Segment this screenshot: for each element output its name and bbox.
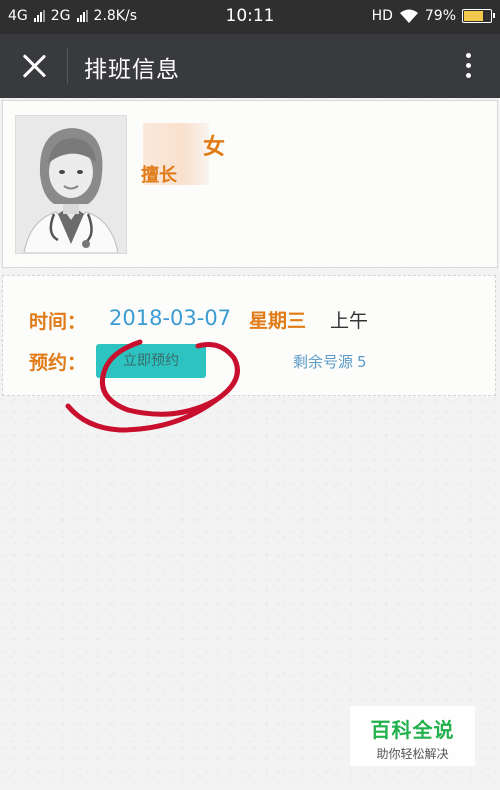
watermark-title: 百科全说 [370,718,455,742]
schedule-period: 上午 [330,310,369,332]
battery-percent: 79% [424,8,456,24]
remaining-count: 5 [357,353,367,371]
app-header: 排班信息 [0,34,500,98]
status-right: HD 79% [371,8,495,24]
watermark-logo: 百科全说 助你轻松解决 [350,706,475,766]
page-title: 排班信息 [84,57,180,83]
status-bar: 4G 2G 2.8K/s 10:11 HD 79% [0,0,500,34]
remaining-label: 剩余号源 [293,353,354,371]
close-icon[interactable] [18,50,50,82]
watermark-subtitle: 助你轻松解决 [376,747,449,761]
doctor-name: 女 [143,129,225,161]
book-now-button[interactable]: 立即预约 [96,344,206,378]
schedule-date: 2018-03-07 [109,306,232,330]
doctor-gender: 女 [203,135,226,160]
time-label: 时间： [29,311,87,333]
more-vertical-icon[interactable] [464,50,472,82]
wifi-icon [399,9,418,23]
schedule-card: 时间： 2018-03-07 星期三 上午 预约： 立即预约 剩余号源 5 [2,275,496,396]
doctor-card: 女 擅长 [2,100,498,268]
schedule-weekday: 星期三 [249,310,307,332]
doctor-specialty: 擅长 [141,165,177,186]
booking-label: 预约： [29,352,87,374]
header-divider [67,48,68,84]
doctor-avatar-icon [15,115,127,254]
hd-label: HD [371,8,393,24]
battery-icon [462,9,495,23]
remaining-slots: 剩余号源 5 [293,351,367,372]
